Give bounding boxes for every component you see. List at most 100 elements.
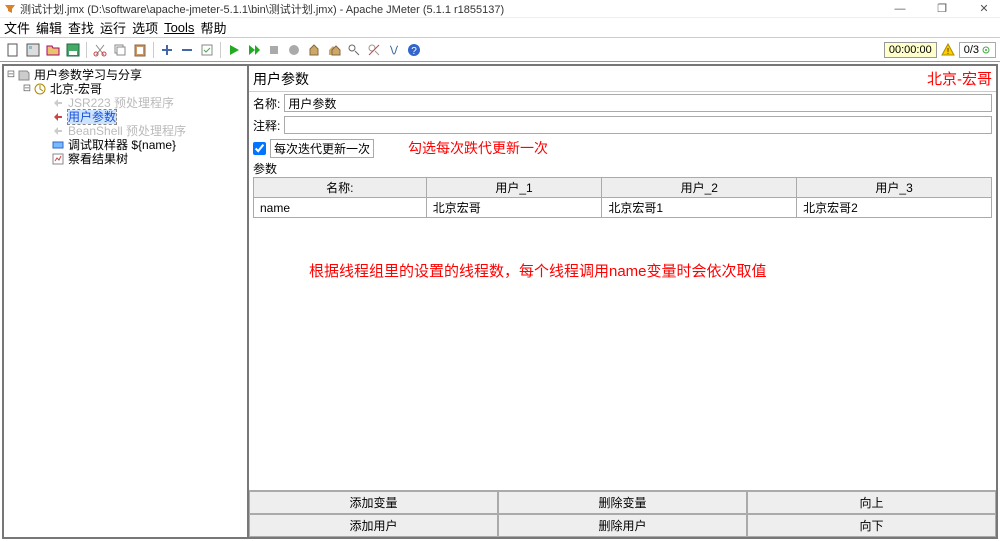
expand-icon[interactable]: [158, 41, 176, 59]
cell[interactable]: name: [254, 198, 427, 218]
down-button[interactable]: 向下: [747, 514, 996, 537]
gear-icon: [981, 45, 991, 55]
copy-icon[interactable]: [111, 41, 129, 59]
menu-tools[interactable]: Tools: [164, 20, 194, 35]
cell[interactable]: 北京宏哥: [426, 198, 602, 218]
cell[interactable]: 北京宏哥1: [602, 198, 797, 218]
maximize-button[interactable]: ❐: [930, 2, 954, 16]
collapse-icon[interactable]: [178, 41, 196, 59]
tree-label[interactable]: 察看结果树: [68, 152, 128, 166]
warning-icon[interactable]: !: [941, 43, 955, 57]
svg-text:!: !: [947, 47, 949, 56]
note-label: 注释:: [253, 117, 280, 134]
tree-root[interactable]: ⊟ 用户参数学习与分享: [6, 68, 245, 82]
preproc-icon: [52, 111, 66, 123]
save-icon[interactable]: [64, 41, 82, 59]
cell[interactable]: 北京宏哥2: [797, 198, 992, 218]
param-table[interactable]: 名称: 用户_1 用户_2 用户_3 name 北京宏哥 北京宏哥1 北京宏哥2: [253, 177, 992, 218]
tree-userparams[interactable]: 用户参数: [6, 110, 245, 124]
name-row: 名称:: [249, 92, 996, 114]
tree-sampler[interactable]: 调试取样器 ${name}: [6, 138, 245, 152]
tree-label[interactable]: JSR223 预处理程序: [68, 96, 174, 110]
tree-label[interactable]: 用户参数学习与分享: [34, 68, 142, 82]
menu-run[interactable]: 运行: [100, 18, 126, 37]
tree-resulttree[interactable]: 察看结果树: [6, 152, 245, 166]
tree-beanshell[interactable]: BeanShell 预处理程序: [6, 124, 245, 138]
clear-icon[interactable]: [305, 41, 323, 59]
func-helper-icon[interactable]: [385, 41, 403, 59]
add-user-button[interactable]: 添加用户: [249, 514, 498, 537]
minimize-button[interactable]: —: [888, 2, 912, 16]
toolbar: ? 00:00:00 ! 0/3: [0, 38, 1000, 62]
paste-icon[interactable]: [131, 41, 149, 59]
main-area: 根据线程组里的设置的线程数，每个线程调用name变量时会依次取值: [249, 218, 996, 490]
menu-search[interactable]: 查找: [68, 18, 94, 37]
start-notimer-icon[interactable]: [245, 41, 263, 59]
cut-icon[interactable]: [91, 41, 109, 59]
panel-header: 用户参数 北京-宏哥: [249, 66, 996, 92]
new-icon[interactable]: [4, 41, 22, 59]
tree-jsr223[interactable]: JSR223 预处理程序: [6, 96, 245, 110]
menu-file[interactable]: 文件: [4, 18, 30, 37]
tree-label[interactable]: BeanShell 预处理程序: [68, 124, 186, 138]
title-bar: 测试计划.jmx (D:\software\apache-jmeter-5.1.…: [0, 0, 1000, 18]
help-icon[interactable]: ?: [405, 41, 423, 59]
tree-label[interactable]: 用户参数: [68, 110, 116, 124]
del-user-button[interactable]: 删除用户: [498, 514, 747, 537]
add-var-button[interactable]: 添加变量: [249, 491, 498, 514]
right-pane: 用户参数 北京-宏哥 名称: 注释: 每次迭代更新一次 勾选每次跌代更新一次 参…: [249, 66, 996, 537]
note-row: 注释:: [249, 114, 996, 136]
svg-text:?: ?: [411, 46, 417, 57]
tree-threadgroup[interactable]: ⊟ 北京-宏哥: [6, 82, 245, 96]
open-icon[interactable]: [44, 41, 62, 59]
iterate-label: 每次迭代更新一次: [270, 139, 374, 158]
preproc-icon: [52, 97, 66, 109]
bottom-buttons: 添加变量 删除变量 向上 添加用户 删除用户 向下: [249, 490, 996, 537]
listener-icon: [52, 153, 66, 165]
th-user1[interactable]: 用户_1: [426, 178, 602, 198]
collapse-icon[interactable]: ⊟: [6, 68, 16, 82]
menu-help[interactable]: 帮助: [200, 18, 226, 37]
up-button[interactable]: 向上: [747, 491, 996, 514]
window-controls: — ❐ ✕: [888, 2, 996, 16]
stop-icon[interactable]: [265, 41, 283, 59]
preproc-icon: [52, 125, 66, 137]
close-button[interactable]: ✕: [972, 2, 996, 16]
clearall-icon[interactable]: [325, 41, 343, 59]
note-input[interactable]: [284, 116, 992, 134]
app-icon: [4, 3, 16, 15]
toggle-icon[interactable]: [198, 41, 216, 59]
name-label: 名称:: [253, 95, 280, 112]
th-name[interactable]: 名称:: [254, 178, 427, 198]
sampler-icon: [52, 139, 66, 151]
th-user2[interactable]: 用户_2: [602, 178, 797, 198]
params-label: 参数: [249, 160, 996, 177]
menu-edit[interactable]: 编辑: [36, 18, 62, 37]
thread-count: 0/3: [959, 42, 996, 58]
reset-search-icon[interactable]: [365, 41, 383, 59]
collapse-icon[interactable]: ⊟: [22, 82, 32, 96]
timer-area: 00:00:00 ! 0/3: [884, 42, 996, 58]
tree-label[interactable]: 北京-宏哥: [50, 82, 102, 96]
threadgroup-icon: [34, 83, 48, 95]
shutdown-icon[interactable]: [285, 41, 303, 59]
elapsed-timer: 00:00:00: [884, 42, 937, 58]
tree-label[interactable]: 调试取样器 ${name}: [68, 138, 176, 152]
menu-options[interactable]: 选项: [132, 18, 158, 37]
thread-count-value: 0/3: [964, 44, 979, 56]
name-input[interactable]: [284, 94, 992, 112]
panel-title: 用户参数: [253, 69, 927, 89]
template-icon[interactable]: [24, 41, 42, 59]
th-user3[interactable]: 用户_3: [797, 178, 992, 198]
search-icon[interactable]: [345, 41, 363, 59]
menu-bar: 文件 编辑 查找 运行 选项 Tools 帮助: [0, 18, 1000, 38]
iterate-checkbox[interactable]: [253, 142, 266, 155]
iterate-row: 每次迭代更新一次 勾选每次跌代更新一次: [249, 136, 996, 160]
del-var-button[interactable]: 删除变量: [498, 491, 747, 514]
testplan-icon: [18, 69, 32, 81]
tree-pane[interactable]: ⊟ 用户参数学习与分享 ⊟ 北京-宏哥 JSR223 预处理程序 用户参数 Be…: [4, 66, 249, 537]
window-title: 测试计划.jmx (D:\software\apache-jmeter-5.1.…: [20, 1, 888, 17]
start-icon[interactable]: [225, 41, 243, 59]
table-row[interactable]: name 北京宏哥 北京宏哥1 北京宏哥2: [254, 198, 992, 218]
annotation-2: 根据线程组里的设置的线程数，每个线程调用name变量时会依次取值: [309, 260, 986, 281]
